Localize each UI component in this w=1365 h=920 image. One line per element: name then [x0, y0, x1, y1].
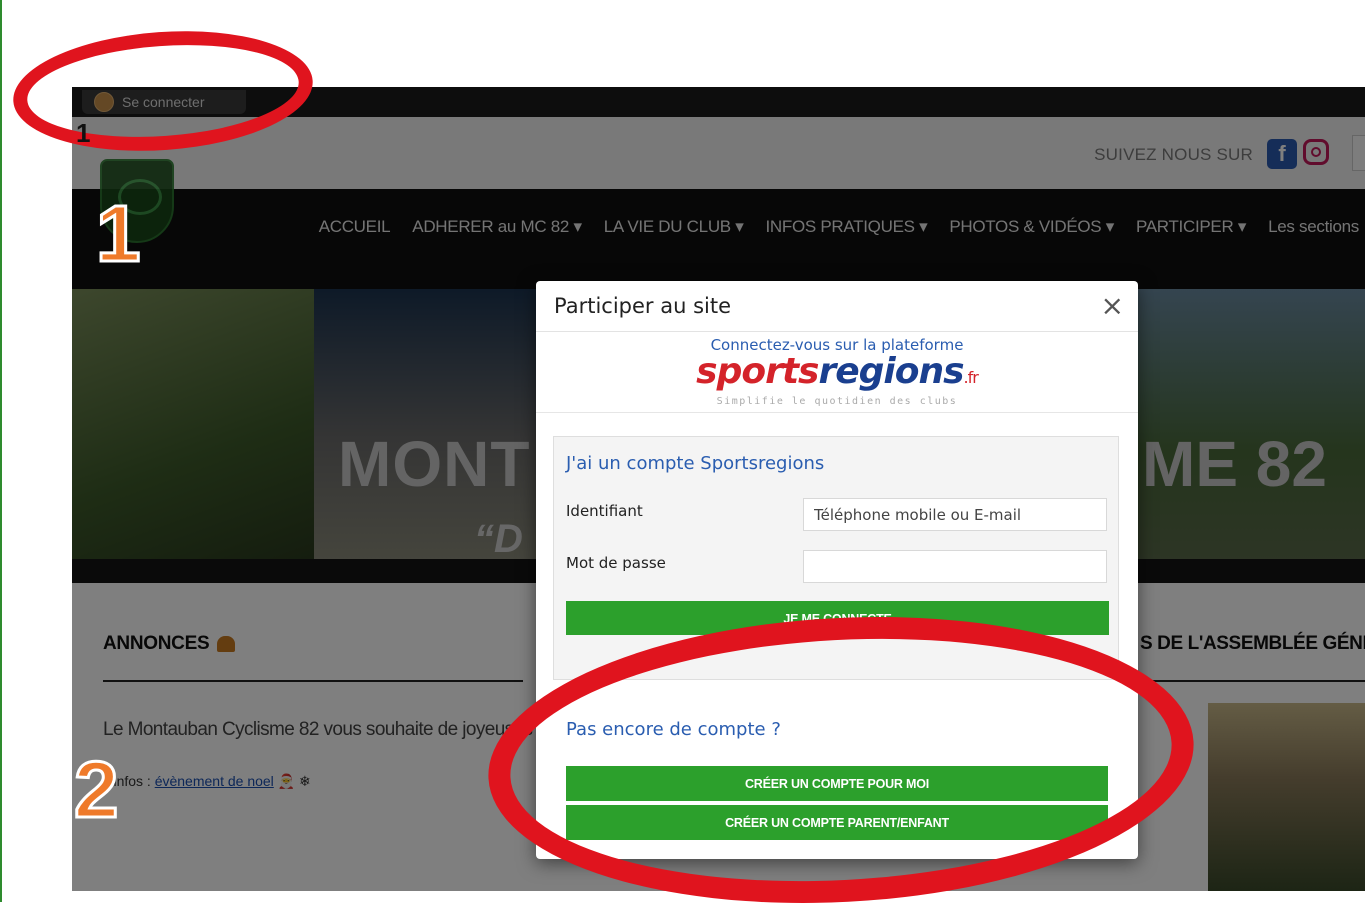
modal-header: Participer au site × — [536, 281, 1138, 332]
identifiant-label: Identifiant — [566, 502, 643, 520]
annotation-number-1: 1 — [95, 188, 142, 280]
logo-regions: regions — [818, 351, 964, 392]
password-label: Mot de passe — [566, 554, 666, 572]
logo-sports: sports — [696, 351, 819, 392]
annotation-small-number-1: 1 — [76, 118, 91, 148]
close-icon[interactable]: × — [1101, 289, 1124, 322]
identifiant-input[interactable] — [803, 498, 1107, 531]
panel-title: J'ai un compte Sportsregions — [566, 453, 825, 474]
annotation-number-2: 2 — [73, 744, 120, 836]
logo-tagline: Simplifie le quotidien des clubs — [716, 396, 958, 407]
divider — [536, 412, 1138, 413]
frame-border — [0, 0, 2, 902]
logo-fr: .fr — [963, 368, 979, 387]
password-input[interactable] — [803, 550, 1107, 583]
sportsregions-logo: sportsregions.fr — [536, 351, 1138, 392]
modal-title: Participer au site — [554, 294, 732, 318]
